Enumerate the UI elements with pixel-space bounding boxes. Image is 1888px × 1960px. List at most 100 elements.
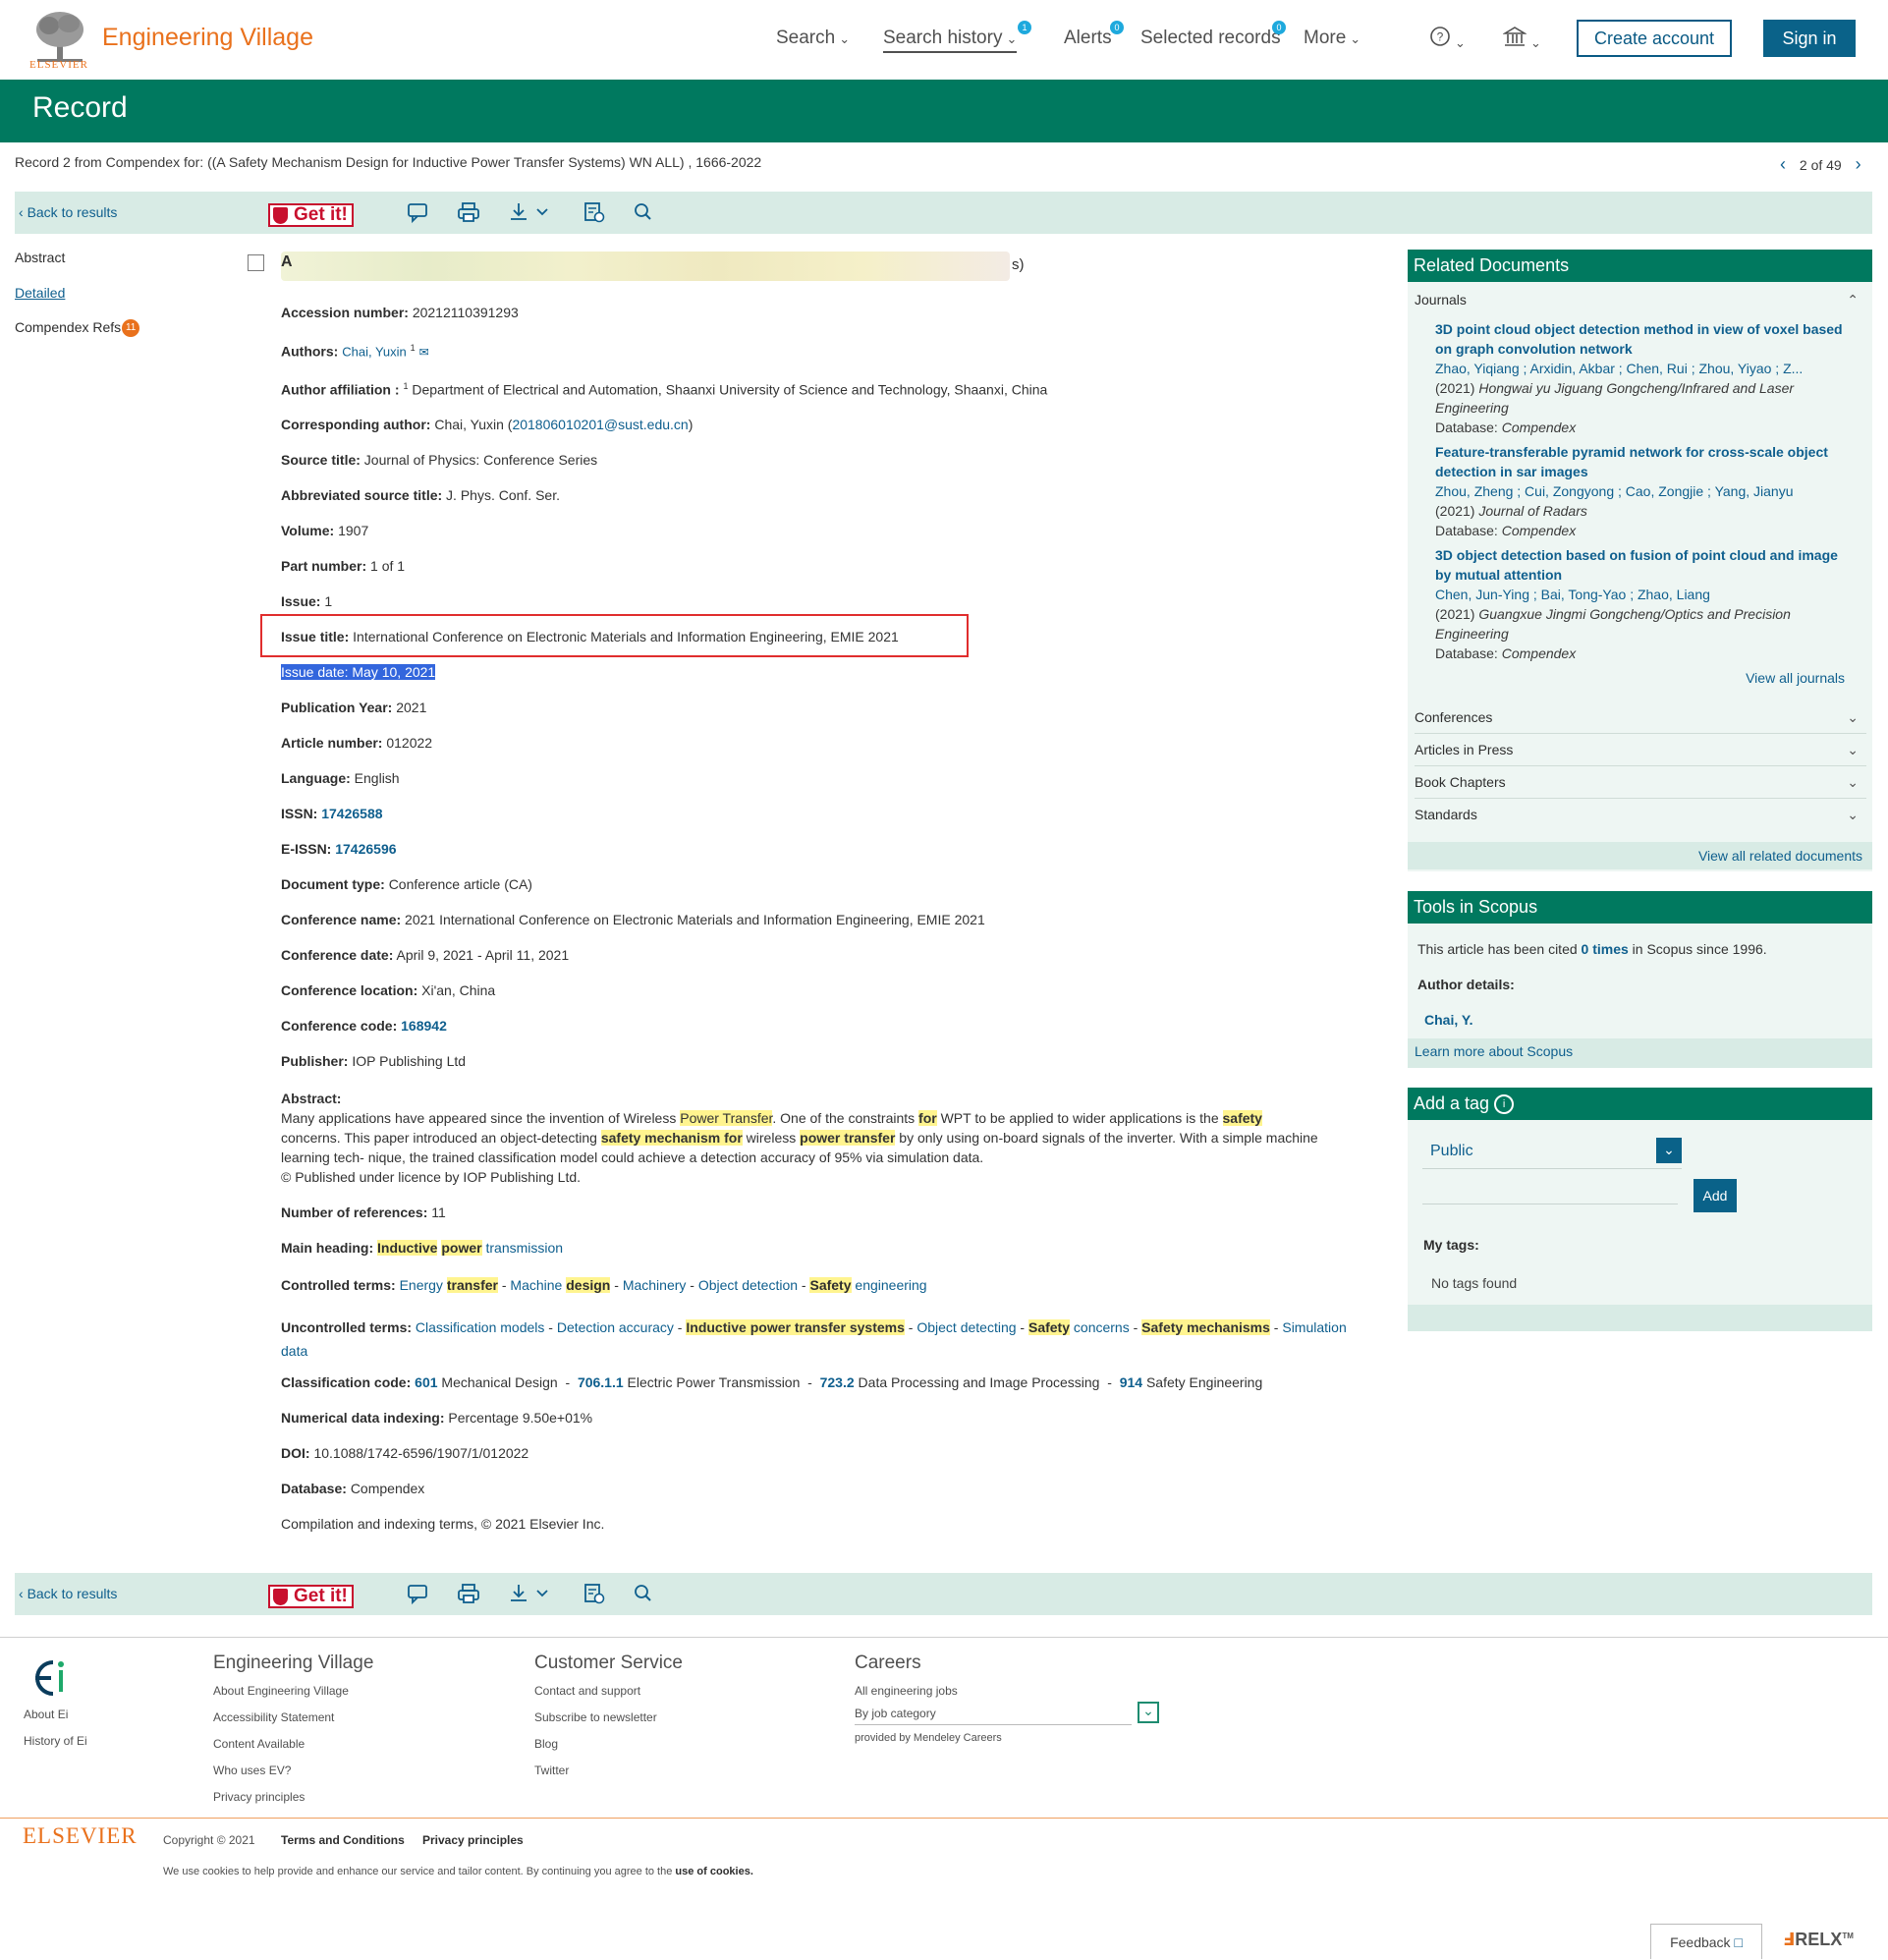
footer-link[interactable]: Twitter — [534, 1764, 569, 1777]
comment-icon[interactable] — [405, 1582, 430, 1605]
redacted-title — [281, 252, 1010, 281]
related-document-title[interactable]: 3D object detection based on fusion of p… — [1435, 545, 1858, 585]
relx-logo[interactable]: ℲRELXTM — [1783, 1930, 1854, 1950]
help-menu[interactable]: ? ⌄ — [1429, 26, 1466, 53]
save-to-folder-icon[interactable] — [582, 1582, 607, 1605]
classification-code-link[interactable]: 723.2 — [820, 1374, 855, 1390]
previous-record-icon[interactable]: ‹ — [1780, 154, 1786, 174]
ei-logo-icon[interactable] — [24, 1656, 71, 1700]
classification-code-link[interactable]: 706.1.1 — [578, 1374, 624, 1390]
info-icon[interactable]: i — [1494, 1094, 1515, 1115]
email-icon[interactable]: ✉ — [419, 346, 429, 360]
e-issn-link[interactable]: 17426596 — [335, 841, 396, 857]
uncontrolled-term-link[interactable]: Safety concerns — [1027, 1319, 1130, 1335]
back-to-results-link[interactable]: ‹ Back to results — [19, 204, 117, 220]
history-ei-link[interactable]: History of Ei — [24, 1734, 87, 1748]
create-account-button[interactable]: Create account — [1577, 20, 1732, 57]
footer-link[interactable]: About Engineering Village — [213, 1684, 349, 1698]
add-tag-button[interactable]: Add — [1694, 1179, 1737, 1212]
download-icon[interactable] — [508, 1582, 553, 1605]
view-all-related-link[interactable]: View all related documents — [1611, 848, 1862, 864]
elsevier-tree-logo[interactable] — [29, 8, 90, 65]
controlled-term-link[interactable]: Object detection — [698, 1277, 798, 1293]
feedback-button[interactable]: Feedback □ — [1650, 1924, 1762, 1959]
email-link[interactable]: 201806010201@sust.edu.cn — [512, 417, 688, 432]
chevron-down-icon: ⌄ — [1530, 35, 1541, 50]
left-nav-detailed[interactable]: Detailed — [15, 285, 65, 301]
footer-link[interactable]: Content Available — [213, 1737, 305, 1751]
journals-accordion[interactable]: Journals ⌃ — [1415, 292, 1866, 308]
controlled-term-link[interactable]: Machinery — [623, 1277, 687, 1293]
top-navigation-bar: ELSEVIER Engineering Village Search ⌄ Sea… — [0, 0, 1888, 80]
nav-search[interactable]: Search ⌄ — [776, 28, 850, 49]
standards-accordion[interactable]: Standards ⌄ — [1415, 799, 1866, 830]
cited-times-link[interactable]: 0 times — [1582, 941, 1629, 957]
left-nav-compendex-refs[interactable]: Compendex Refs 11 — [15, 319, 140, 337]
related-document-authors[interactable]: Zhou, Zheng ; Cui, Zongyong ; Cao, Zongj… — [1435, 481, 1858, 501]
next-record-icon[interactable]: › — [1856, 154, 1861, 174]
privacy-link[interactable]: Privacy principles — [422, 1833, 524, 1847]
classification-code-link[interactable]: 601 — [415, 1374, 437, 1390]
chevron-down-icon[interactable]: ⌄ — [1138, 1702, 1159, 1723]
app-title[interactable]: Engineering Village — [102, 24, 313, 52]
footer-link[interactable]: Blog — [534, 1737, 558, 1751]
uncontrolled-term-link[interactable]: Classification models — [416, 1319, 545, 1335]
controlled-term-link[interactable]: Safety engineering — [809, 1277, 927, 1293]
search-icon[interactable] — [631, 200, 656, 224]
cookies-link[interactable]: use of cookies. — [675, 1866, 752, 1877]
about-ei-link[interactable]: About Ei — [24, 1708, 68, 1721]
save-to-folder-icon[interactable] — [582, 200, 607, 224]
related-document-authors[interactable]: Chen, Jun-Ying ; Bai, Tong-Yao ; Zhao, L… — [1435, 585, 1858, 604]
uncontrolled-term-link[interactable]: Detection accuracy — [557, 1319, 674, 1335]
job-category-select[interactable]: By job category — [855, 1705, 1132, 1725]
get-it-button[interactable]: Get it! — [268, 203, 354, 227]
related-document-title[interactable]: 3D point cloud object detection method i… — [1435, 319, 1858, 359]
issn-link[interactable]: 17426588 — [321, 806, 382, 821]
nav-selected-records[interactable]: Selected records — [1140, 28, 1281, 49]
footer-link[interactable]: Subscribe to newsletter — [534, 1710, 657, 1724]
terms-link[interactable]: Terms and Conditions — [281, 1833, 405, 1847]
footer-link[interactable]: All engineering jobs — [855, 1684, 958, 1698]
back-to-results-link[interactable]: ‹ Back to results — [19, 1586, 117, 1601]
book-chapters-accordion[interactable]: Book Chapters ⌄ — [1415, 766, 1866, 799]
left-nav-abstract[interactable]: Abstract — [15, 250, 65, 265]
footer-link[interactable]: Accessibility Statement — [213, 1710, 334, 1724]
footer-link[interactable]: Contact and support — [534, 1684, 640, 1698]
scopus-author-link[interactable]: Chai, Y. — [1424, 1012, 1473, 1028]
uncontrolled-term-link[interactable]: Safety mechanisms — [1141, 1319, 1270, 1335]
nav-more[interactable]: More ⌄ — [1304, 28, 1360, 49]
uncontrolled-term-link[interactable]: Inductive power transfer systems — [686, 1319, 905, 1335]
print-icon[interactable] — [456, 1582, 481, 1605]
articles-in-press-accordion[interactable]: Articles in Press ⌄ — [1415, 734, 1866, 766]
issue-title: Issue title: International Conference on… — [281, 629, 899, 644]
chevron-down-icon[interactable]: ⌄ — [1656, 1138, 1682, 1163]
conferences-accordion[interactable]: Conferences ⌄ — [1415, 701, 1866, 734]
controlled-term-link[interactable]: Energy transfer — [400, 1277, 498, 1293]
sign-in-button[interactable]: Sign in — [1763, 20, 1856, 57]
author-link[interactable]: Chai, Yuxin — [342, 345, 407, 360]
search-icon[interactable] — [631, 1582, 656, 1605]
get-it-button[interactable]: Get it! — [268, 1585, 354, 1608]
learn-more-scopus-link[interactable]: Learn more about Scopus — [1415, 1043, 1573, 1059]
tag-visibility-select[interactable]: Public — [1422, 1134, 1682, 1169]
footer-link[interactable]: Who uses EV? — [213, 1764, 291, 1777]
select-record-checkbox[interactable] — [248, 254, 264, 271]
classification-code-link[interactable]: 914 — [1120, 1374, 1142, 1390]
footer-link[interactable]: Privacy principles — [213, 1790, 305, 1804]
related-document-authors[interactable]: Zhao, Yiqiang ; Arxidin, Akbar ; Chen, R… — [1435, 359, 1858, 378]
institution-menu[interactable]: ⌄ — [1502, 26, 1541, 53]
view-all-journals-link[interactable]: View all journals — [1709, 670, 1845, 686]
print-icon[interactable] — [456, 200, 481, 224]
page-title: Record — [32, 91, 128, 124]
conference-code-link[interactable]: 168942 — [401, 1018, 447, 1034]
elsevier-logo[interactable]: ELSEVIER — [23, 1823, 138, 1849]
related-document-title[interactable]: Feature-transferable pyramid network for… — [1435, 442, 1858, 481]
nav-alerts[interactable]: Alerts — [1064, 28, 1112, 49]
main-heading-link[interactable]: Inductive power transmission — [377, 1240, 563, 1256]
comment-icon[interactable] — [405, 200, 430, 224]
uncontrolled-term-link[interactable]: Object detecting — [916, 1319, 1016, 1335]
nav-search-history[interactable]: Search history ⌄ — [883, 28, 1018, 53]
tag-input[interactable] — [1422, 1184, 1678, 1204]
download-icon[interactable] — [508, 200, 553, 224]
controlled-term-link[interactable]: Machine design — [510, 1277, 611, 1293]
